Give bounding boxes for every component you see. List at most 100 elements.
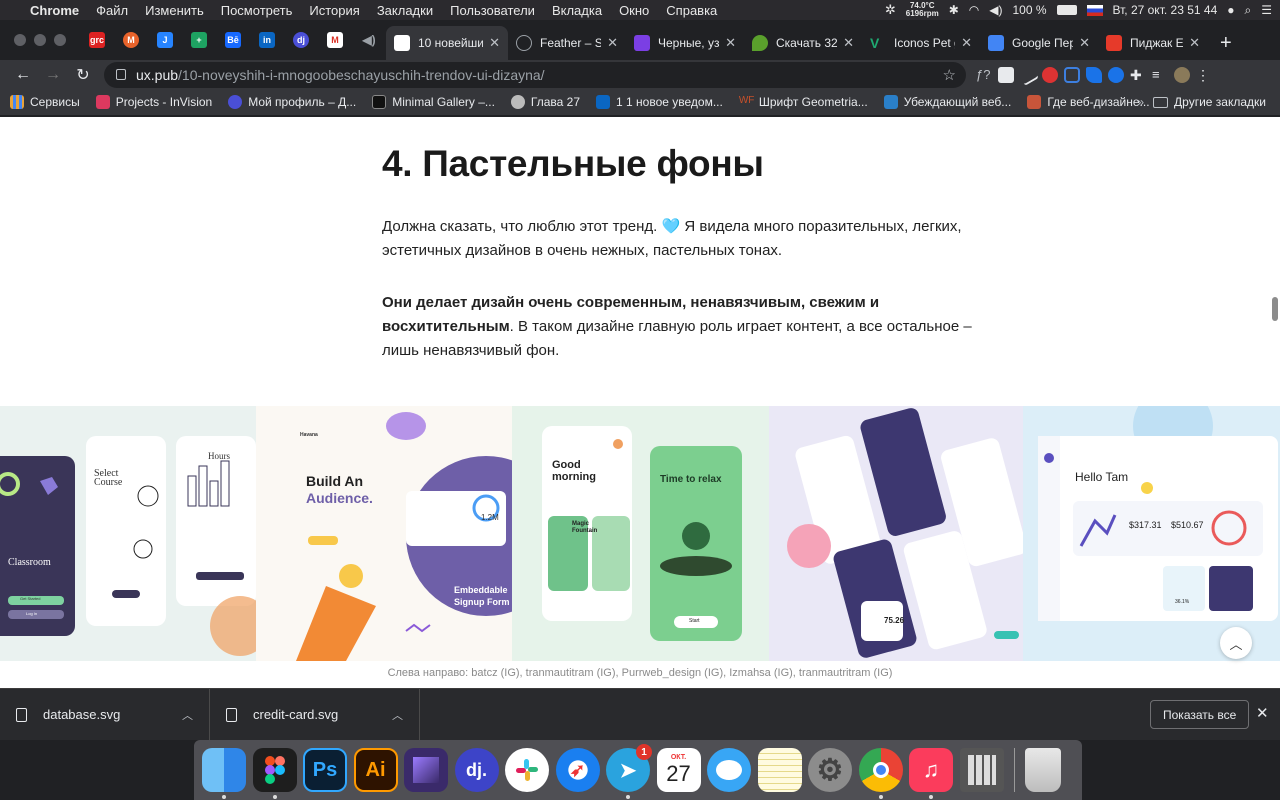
pinned-tab-gmail[interactable]: M xyxy=(318,20,352,60)
scroll-to-top-button[interactable]: ︿ xyxy=(1220,627,1252,659)
input-language-flag-icon[interactable] xyxy=(1086,4,1103,16)
close-tab-icon[interactable]: ✕ xyxy=(489,35,500,51)
volume-icon[interactable]: ◀︎) xyxy=(989,3,1002,17)
bookmark-linkedin[interactable]: 1 1 новое уведом... xyxy=(596,95,723,109)
pinned-tab-grc[interactable]: grc xyxy=(80,20,114,60)
puzzle-extensions-icon[interactable]: ✚ xyxy=(1130,67,1146,83)
minimize-window-button[interactable] xyxy=(34,34,46,46)
spotlight-search-icon[interactable]: ⌕ xyxy=(1245,3,1252,18)
back-button[interactable]: ← xyxy=(10,62,36,88)
bookmark-invision[interactable]: Projects - InVision xyxy=(95,95,212,109)
gallery-image-purple-screens[interactable]: 75.26 xyxy=(769,406,1023,661)
menu-window[interactable]: Окно xyxy=(619,3,649,18)
slack-icon[interactable] xyxy=(505,748,549,792)
close-window-button[interactable] xyxy=(14,34,26,46)
new-tab-button[interactable]: + xyxy=(1208,26,1244,60)
close-tab-icon[interactable]: ✕ xyxy=(1079,35,1090,51)
close-tab-icon[interactable]: ✕ xyxy=(843,35,854,51)
bookmark-where-designers[interactable]: Где веб-дизайне... xyxy=(1027,95,1150,109)
notes-ext-icon[interactable] xyxy=(998,66,1014,83)
tab-active[interactable]: 10 новейши ✕ xyxy=(386,26,508,60)
bookmark-minimal-gallery[interactable]: Minimal Gallery –... xyxy=(372,95,495,109)
bluetooth-icon[interactable]: ✱ xyxy=(949,3,959,17)
menu-people[interactable]: Пользователи xyxy=(450,3,535,18)
bookmark-persuasive-web[interactable]: Убеждающий веб... xyxy=(883,95,1011,109)
music-icon[interactable]: ♫ xyxy=(909,748,953,799)
menu-help[interactable]: Справка xyxy=(666,3,717,18)
photoshop-icon[interactable]: Ps xyxy=(303,748,347,792)
tab-iconos[interactable]: V Iconos Pet g ✕ xyxy=(862,26,980,60)
pinned-tab-m[interactable]: M xyxy=(114,20,148,60)
temperature-readout[interactable]: 74.0°C 6196rpm xyxy=(906,2,939,18)
gallery-image-dashboard[interactable]: Hello Tam $317.31 $510.67 36.1% xyxy=(1023,406,1280,661)
menu-app-name[interactable]: Chrome xyxy=(30,3,79,18)
calculator-icon[interactable] xyxy=(959,748,1004,792)
tab-jacket[interactable]: Пиджак Em ✕ xyxy=(1098,26,1208,60)
imovie-icon[interactable] xyxy=(404,748,448,792)
dj-app-icon[interactable]: dj. xyxy=(454,748,499,792)
download-item-database[interactable]: database.svg ︿ xyxy=(0,688,210,741)
menu-history[interactable]: История xyxy=(309,3,359,18)
close-tab-icon[interactable]: ✕ xyxy=(607,35,618,51)
chrome-icon[interactable] xyxy=(858,748,903,799)
telegram-icon[interactable]: ➤ 1 xyxy=(606,744,652,799)
bookmark-star-icon[interactable]: ☆ xyxy=(943,66,956,84)
zoom-window-button[interactable] xyxy=(54,34,66,46)
menu-bookmarks[interactable]: Закладки xyxy=(377,3,433,18)
pinned-tab-linkedin[interactable]: in xyxy=(250,20,284,60)
avatar[interactable] xyxy=(1174,66,1190,83)
illustrator-icon[interactable]: Ai xyxy=(353,748,398,792)
tab-google-translate[interactable]: Google Пер ✕ xyxy=(980,26,1098,60)
trash-icon[interactable] xyxy=(1025,748,1061,792)
reload-button[interactable]: ↻ xyxy=(70,62,96,88)
close-tab-icon[interactable]: ✕ xyxy=(961,35,972,51)
download-item-credit-card[interactable]: credit-card.svg ︿ xyxy=(210,688,420,741)
close-downloads-icon[interactable]: ✕ xyxy=(1256,704,1269,722)
lock-ext-icon[interactable] xyxy=(1064,66,1080,83)
bookmark-chapter-27[interactable]: Глава 27 xyxy=(510,95,580,109)
gallery-image-education-app[interactable]: Select Course Hours Classroom Get Starte… xyxy=(0,406,256,661)
safari-icon[interactable]: ➶ xyxy=(555,748,600,792)
chevron-up-icon[interactable]: ︿ xyxy=(392,707,403,723)
tab-black[interactable]: Черные, уз ✕ xyxy=(626,26,744,60)
finder-icon[interactable] xyxy=(202,748,246,799)
chevron-up-icon[interactable]: ︿ xyxy=(182,707,193,723)
show-all-downloads-button[interactable]: Показать все xyxy=(1150,700,1250,729)
menu-view[interactable]: Посмотреть xyxy=(221,3,293,18)
notes-icon[interactable] xyxy=(757,748,802,792)
forward-button[interactable]: → xyxy=(40,62,66,88)
clock[interactable]: Вт, 27 окт. 23 51 44 xyxy=(1113,3,1218,17)
system-preferences-icon[interactable]: ⚙ xyxy=(808,748,852,792)
figma-icon[interactable] xyxy=(252,748,297,799)
download-ext-icon[interactable] xyxy=(1108,66,1124,83)
close-tab-icon[interactable]: ✕ xyxy=(725,35,736,51)
wifi-icon[interactable]: ◠ xyxy=(969,3,979,17)
record-ext-icon[interactable] xyxy=(1042,66,1058,83)
pinned-tab-sheets[interactable]: + xyxy=(182,20,216,60)
calendar-icon[interactable]: ОКТ. 27 xyxy=(656,748,701,792)
more-menu-icon[interactable]: ⋮ xyxy=(1196,67,1212,83)
pinned-tab-audio[interactable]: ◀) xyxy=(352,20,386,60)
user-icon[interactable]: ● xyxy=(1227,3,1234,17)
pinned-tab-behance[interactable]: Bē xyxy=(216,20,250,60)
control-list-icon[interactable]: ☰ xyxy=(1261,3,1272,17)
lock-icon[interactable] xyxy=(116,69,126,80)
tab-download[interactable]: Скачать 32 ✕ xyxy=(744,26,862,60)
address-bar[interactable]: ux.pub/10-noveyshih-i-mnogoobeschayuschi… xyxy=(104,61,966,88)
pen-ext-icon[interactable] xyxy=(1017,63,1039,86)
pinned-tab-dj[interactable]: dj xyxy=(284,20,318,60)
menu-file[interactable]: Файл xyxy=(96,3,128,18)
feather-ext-icon[interactable] xyxy=(1086,66,1102,83)
more-bookmarks-chevron-icon[interactable]: » xyxy=(1137,95,1144,109)
close-tab-icon[interactable]: ✕ xyxy=(1189,35,1200,51)
bookmark-services[interactable]: Сервисы xyxy=(10,95,80,109)
pinned-tab-jira[interactable]: J xyxy=(148,20,182,60)
other-bookmarks-folder[interactable]: Другие закладки xyxy=(1153,95,1266,109)
font-ext-icon[interactable]: ƒ? xyxy=(976,67,992,83)
page-scrollbar-thumb[interactable] xyxy=(1272,297,1278,321)
bookmark-geometria[interactable]: WF Шрифт Geometria... xyxy=(739,95,868,109)
bookmark-profile[interactable]: Мой профиль – Д... xyxy=(228,95,356,109)
gallery-image-audience-landing[interactable]: Havana Build An Audience. 1.2M Embeddabl… xyxy=(256,406,512,661)
battery-percent[interactable]: 100 % xyxy=(1012,3,1046,17)
menu-tab[interactable]: Вкладка xyxy=(552,3,602,18)
